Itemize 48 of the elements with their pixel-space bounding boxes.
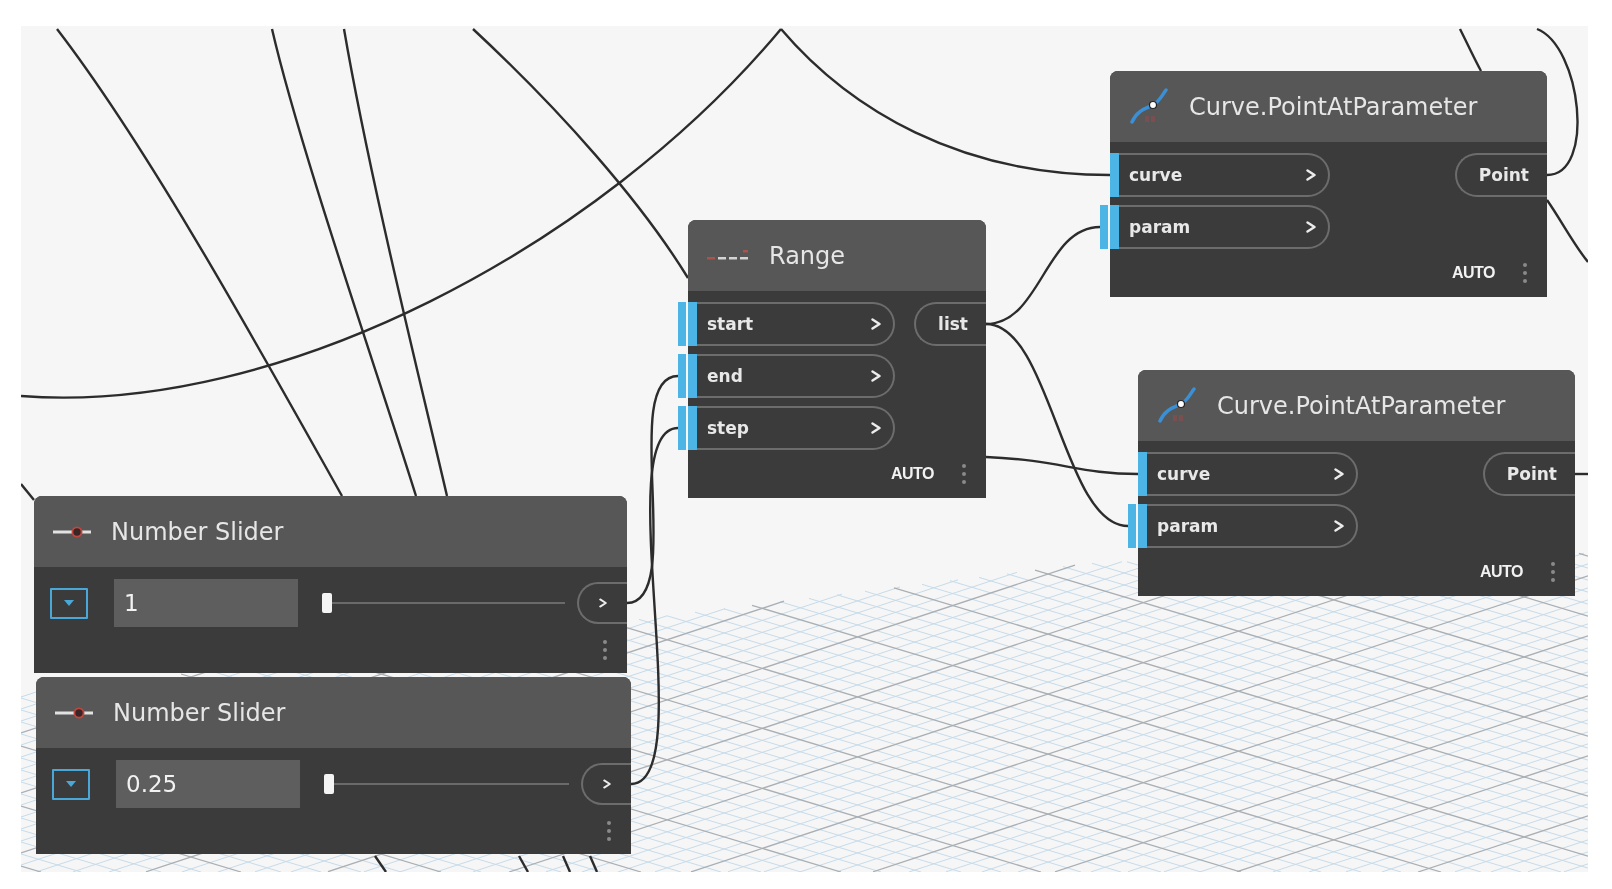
slider-icon — [55, 706, 93, 719]
node-title: Curve.PointAtParameter — [1189, 92, 1478, 121]
node-title: Number Slider — [113, 698, 286, 727]
more-menu-icon[interactable] — [962, 464, 966, 484]
slider-thumb[interactable] — [324, 774, 334, 794]
node-title: Number Slider — [111, 517, 284, 546]
node-title: Range — [769, 241, 846, 270]
auto-label: AUTO — [890, 465, 934, 483]
dropdown-button[interactable] — [50, 587, 88, 619]
wire — [374, 855, 387, 872]
node-title: Curve.PointAtParameter — [1217, 391, 1506, 420]
chevron-icon — [599, 598, 607, 608]
output-port[interactable]: Point — [1454, 153, 1547, 197]
wire — [21, 483, 35, 501]
auto-label: AUTO — [1479, 563, 1523, 581]
output-port[interactable]: list — [914, 302, 986, 346]
wire — [1575, 472, 1588, 476]
slider-thumb[interactable] — [322, 593, 332, 613]
chevron-icon — [871, 318, 881, 330]
dashed-line-icon — [707, 249, 749, 262]
value-field[interactable]: 1 — [114, 579, 298, 627]
chevron-icon — [1306, 169, 1316, 181]
output-port[interactable] — [577, 582, 627, 624]
wire — [1458, 28, 1483, 72]
curve-point-icon — [1157, 386, 1197, 425]
output-port[interactable] — [581, 763, 631, 805]
curve-point-icon — [1129, 87, 1169, 126]
chevron-icon — [1334, 520, 1344, 532]
more-menu-icon[interactable] — [607, 821, 611, 841]
caret-icon — [64, 600, 74, 606]
slider-icon — [53, 525, 91, 538]
chevron-icon — [603, 779, 611, 789]
auto-label: AUTO — [1451, 264, 1495, 282]
output-port[interactable]: Point — [1482, 452, 1575, 496]
caret-icon — [66, 781, 76, 787]
more-menu-icon[interactable] — [1551, 562, 1555, 582]
wire — [561, 855, 572, 872]
wire — [588, 855, 599, 872]
dropdown-button[interactable] — [52, 768, 90, 800]
wire — [517, 855, 530, 872]
chevron-icon — [1306, 221, 1316, 233]
wire — [1546, 199, 1588, 263]
more-menu-icon[interactable] — [603, 640, 607, 660]
chevron-icon — [1334, 468, 1344, 480]
value-field[interactable]: 0.25 — [116, 760, 300, 808]
chevron-icon — [871, 370, 881, 382]
more-menu-icon[interactable] — [1523, 263, 1527, 283]
chevron-icon — [871, 422, 881, 434]
